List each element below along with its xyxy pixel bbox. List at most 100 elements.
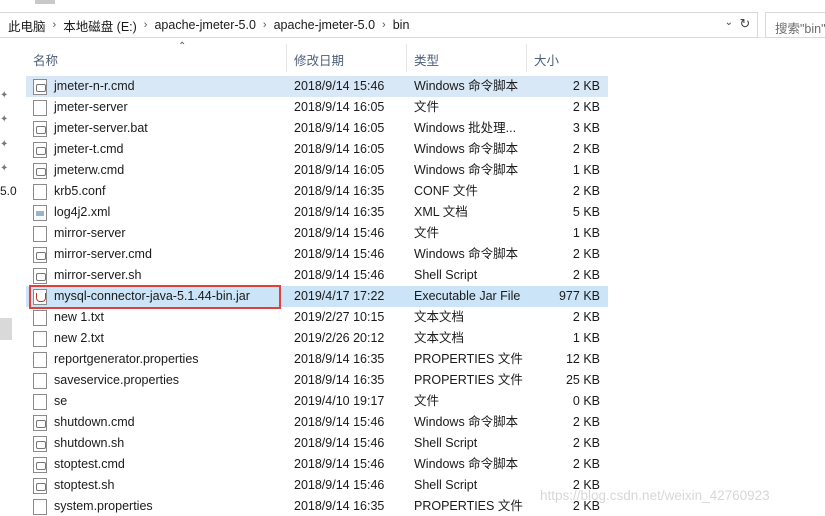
column-size[interactable]: 大小 <box>527 44 608 72</box>
file-name[interactable]: krb5.conf <box>54 181 105 202</box>
chevron-right-icon[interactable]: › <box>379 19 389 31</box>
file-name[interactable]: mirror-server <box>54 223 126 244</box>
file-type: PROPERTIES 文件 <box>414 373 523 387</box>
file-row[interactable]: jmeter-server.bat 2018/9/14 16:05 Windows … <box>26 118 608 139</box>
file-size: 977 KB <box>558 289 600 303</box>
window-edge-fragment <box>35 0 55 4</box>
file-row[interactable]: jmeter-server 2018/9/14 16:05 文件 2 KB <box>26 97 608 118</box>
jar-icon <box>33 289 47 305</box>
address-history-dropdown-icon[interactable]: ⌄ <box>725 17 733 28</box>
pin-icon[interactable]: ✦ <box>0 90 12 102</box>
file-icon <box>33 331 47 347</box>
file-date: 2018/9/14 16:35 <box>294 373 385 387</box>
file-name[interactable]: new 1.txt <box>54 307 104 328</box>
file-row[interactable]: new 2.txt 2019/2/26 20:12 文本文档 1 KB <box>26 328 608 349</box>
file-type: Shell Script <box>414 268 478 282</box>
file-type: 文件 <box>414 100 440 114</box>
file-name[interactable]: new 2.txt <box>54 328 104 349</box>
breadcrumb-drive-e[interactable]: 本地磁盘 (E:) <box>59 16 141 35</box>
file-row[interactable]: reportgenerator.properties 2018/9/14 16:3… <box>26 349 608 370</box>
search-input[interactable]: 搜索"bin" <box>765 12 825 38</box>
file-name[interactable]: jmeter-t.cmd <box>54 139 123 160</box>
file-name[interactable]: mysql-connector-java-5.1.44-bin.jar <box>54 286 250 307</box>
file-date: 2018/9/14 15:46 <box>294 436 385 450</box>
file-name[interactable]: jmeterw.cmd <box>54 160 124 181</box>
file-date: 2019/2/27 10:15 <box>294 310 385 324</box>
file-type: Shell Script <box>414 436 478 450</box>
file-row[interactable]: stoptest.sh 2018/9/14 15:46 Shell Script 2 … <box>26 475 608 496</box>
file-icon <box>33 100 47 116</box>
chevron-right-icon[interactable]: › <box>50 19 60 31</box>
file-type: XML 文档 <box>414 205 468 219</box>
file-size: 2 KB <box>572 79 600 93</box>
file-row[interactable]: mirror-server.sh 2018/9/14 15:46 Shell Scr… <box>26 265 608 286</box>
file-row[interactable]: stoptest.cmd 2018/9/14 15:46 Windows 命令脚本 2… <box>26 454 608 475</box>
file-row[interactable]: jmeter-n-r.cmd 2018/9/14 15:46 Windows 命令脚… <box>26 76 608 97</box>
breadcrumb-jmeter-outer[interactable]: apache-jmeter-5.0 <box>150 18 259 32</box>
file-name[interactable]: shutdown.cmd <box>54 412 135 433</box>
cmd-icon <box>33 436 47 452</box>
file-type: Windows 命令脚本 <box>414 163 519 177</box>
nav-selected-item[interactable] <box>0 318 12 340</box>
file-size: 3 KB <box>572 121 600 135</box>
file-name[interactable]: system.properties <box>54 496 153 516</box>
file-name[interactable]: saveservice.properties <box>54 370 179 391</box>
file-date: 2018/9/14 15:46 <box>294 268 385 282</box>
file-icon <box>33 394 47 410</box>
column-name[interactable]: 名称 <box>26 44 287 72</box>
file-name[interactable]: shutdown.sh <box>54 433 124 454</box>
file-date: 2018/9/14 16:05 <box>294 142 385 156</box>
breadcrumb[interactable]: 此电脑 › 本地磁盘 (E:) › apache-jmeter-5.0 › ap… <box>0 12 758 38</box>
file-name[interactable]: jmeter-server.bat <box>54 118 148 139</box>
file-date: 2018/9/14 16:35 <box>294 205 385 219</box>
breadcrumb-jmeter-inner[interactable]: apache-jmeter-5.0 <box>270 18 379 32</box>
file-row[interactable]: system.properties 2018/9/14 16:35 PROPERTI… <box>26 496 608 516</box>
file-type: PROPERTIES 文件 <box>414 352 523 366</box>
file-type: CONF 文件 <box>414 184 478 198</box>
file-size: 25 KB <box>565 373 600 387</box>
breadcrumb-this-pc[interactable]: 此电脑 <box>4 16 50 35</box>
file-row[interactable]: jmeterw.cmd 2018/9/14 16:05 Windows 命令脚本 1 … <box>26 160 608 181</box>
file-name[interactable]: stoptest.sh <box>54 475 114 496</box>
chevron-right-icon[interactable]: › <box>260 19 270 31</box>
file-name[interactable]: stoptest.cmd <box>54 454 125 475</box>
column-date[interactable]: 修改日期 <box>287 44 407 72</box>
file-row[interactable]: new 1.txt 2019/2/27 10:15 文本文档 2 KB <box>26 307 608 328</box>
file-row[interactable]: saveservice.properties 2018/9/14 16:35 PRO… <box>26 370 608 391</box>
file-type: PROPERTIES 文件 <box>414 499 523 513</box>
refresh-icon[interactable]: ↻ <box>737 16 753 32</box>
column-header: ⌃ 名称 修改日期 类型 大小 <box>26 41 608 72</box>
file-row[interactable]: se 2019/4/10 19:17 文件 0 KB <box>26 391 608 412</box>
pin-icon[interactable]: ✦ <box>0 163 12 175</box>
nav-item-partial[interactable]: 5.0 <box>0 184 17 198</box>
file-type: Windows 命令脚本 <box>414 457 519 471</box>
file-name[interactable]: log4j2.xml <box>54 202 110 223</box>
file-name[interactable]: jmeter-n-r.cmd <box>54 76 135 97</box>
file-row[interactable]: shutdown.sh 2018/9/14 15:46 Shell Script 2 … <box>26 433 608 454</box>
file-date: 2018/9/14 16:05 <box>294 163 385 177</box>
file-name[interactable]: mirror-server.cmd <box>54 244 152 265</box>
file-list: jmeter-n-r.cmd 2018/9/14 15:46 Windows 命令脚… <box>26 76 608 516</box>
file-icon <box>33 184 47 200</box>
file-row[interactable]: mysql-connector-java-5.1.44-bin.jar 2019/… <box>26 285 608 309</box>
pin-icon[interactable]: ✦ <box>0 139 12 151</box>
file-row[interactable]: log4j2.xml 2018/9/14 16:35 XML 文档 5 KB <box>26 202 608 223</box>
file-row[interactable]: shutdown.cmd 2018/9/14 15:46 Windows 命令脚本 2… <box>26 412 608 433</box>
file-date: 2018/9/14 15:46 <box>294 247 385 261</box>
file-date: 2018/9/14 15:46 <box>294 79 385 93</box>
pin-icon[interactable]: ✦ <box>0 114 12 126</box>
file-name[interactable]: mirror-server.sh <box>54 265 142 286</box>
file-row[interactable]: jmeter-t.cmd 2018/9/14 16:05 Windows 命令脚本 2… <box>26 139 608 160</box>
file-name[interactable]: se <box>54 391 67 412</box>
file-row[interactable]: mirror-server 2018/9/14 15:46 文件 1 KB <box>26 223 608 244</box>
file-name[interactable]: reportgenerator.properties <box>54 349 199 370</box>
file-row[interactable]: mirror-server.cmd 2018/9/14 15:46 Windows … <box>26 244 608 265</box>
breadcrumb-bin[interactable]: bin <box>389 18 414 32</box>
file-row[interactable]: krb5.conf 2018/9/14 16:35 CONF 文件 2 KB <box>26 181 608 202</box>
chevron-right-icon[interactable]: › <box>141 19 151 31</box>
file-icon <box>33 499 47 515</box>
file-name[interactable]: jmeter-server <box>54 97 128 118</box>
cmd-icon <box>33 247 47 263</box>
file-date: 2018/9/14 15:46 <box>294 457 385 471</box>
column-type[interactable]: 类型 <box>407 44 527 72</box>
